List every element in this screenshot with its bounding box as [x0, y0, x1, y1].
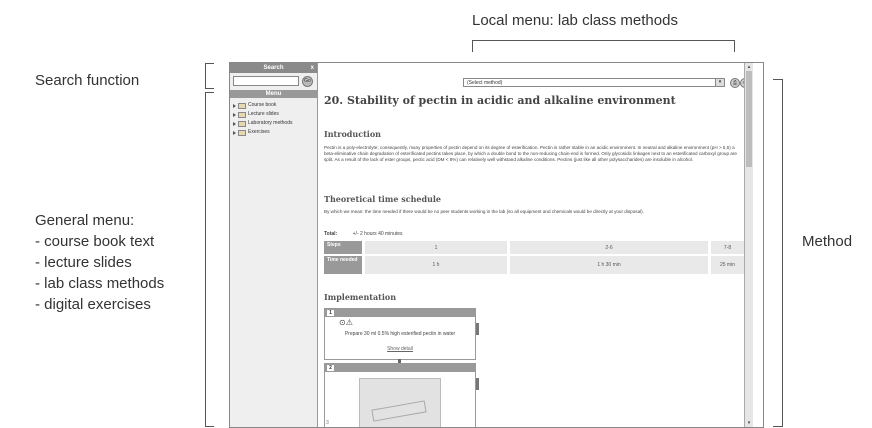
method-annotation: Method [802, 233, 853, 250]
tree-item-exercises[interactable]: Exercises [233, 128, 317, 137]
folder-icon [238, 120, 246, 127]
tree-item-label: Exercises [248, 129, 270, 135]
general-menu-item: - course book text [35, 233, 155, 250]
introduction-heading: Introduction [324, 129, 381, 139]
total-time: Total: +/- 2 hours 40 minutes [324, 231, 403, 237]
tree-item-laboratory-methods[interactable]: Laboratory methods [233, 119, 317, 128]
search-bracket [205, 63, 214, 89]
introduction-text: Pectin is a poly-electrolyte; consequent… [324, 145, 737, 162]
scroll-down-icon[interactable]: ▾ [746, 420, 752, 426]
schedule-cell: 25 min [711, 256, 744, 274]
expand-arrow-icon[interactable] [233, 103, 236, 108]
folder-icon [238, 111, 246, 118]
schedule-cell: 1 [365, 241, 507, 254]
schedule-text: By which we mean: the time needed if the… [324, 209, 644, 214]
tree-item-label: Laboratory methods [248, 120, 293, 126]
schedule-time-row: Time needed 1 h 1 h 30 min 25 min [324, 256, 744, 274]
implementation-heading: Implementation [324, 292, 397, 302]
step-photo [359, 378, 441, 427]
warning-icon: ⊙⚠ [339, 318, 353, 327]
search-annotation: Search function [35, 72, 140, 89]
search-panel-title: Search [263, 65, 284, 71]
tree-item-lecture-slides[interactable]: Lecture slides [233, 110, 317, 119]
method-bracket [773, 79, 783, 427]
method-select[interactable]: (Select method) ▾ [463, 78, 725, 87]
vertical-scrollbar[interactable]: ▴ ▾ [744, 63, 753, 427]
scroll-up-icon[interactable]: ▴ [746, 64, 752, 70]
general-menu-heading: General menu: [35, 212, 135, 229]
step-card-1: 1 ⊙⚠ Prepare 30 ml 0.5% high esterified … [324, 308, 479, 360]
total-value: +/- 2 hours 40 minutes [352, 231, 403, 237]
step-scrollbar[interactable] [476, 378, 479, 390]
tree-item-label: Lecture slides [248, 111, 279, 117]
step-header: 2 [325, 364, 475, 372]
search-go-button[interactable]: Go [302, 76, 313, 87]
tree-item-label: Course book [248, 102, 277, 108]
folder-icon [238, 102, 246, 109]
step-text: Prepare 30 ml 0.5% high esterified pecti… [344, 331, 456, 337]
menu-panel-header: Menu [230, 90, 317, 98]
app-screenshot: Search x Go Menu Course book Lecture sli… [229, 62, 764, 428]
schedule-heading: Theoretical time schedule [324, 194, 442, 204]
method-content: (Select method) ▾ ⎙ ⊕ 20. Stability of p… [319, 63, 753, 427]
general-menu-item: - lecture slides [35, 254, 132, 271]
expand-arrow-icon[interactable] [233, 121, 236, 126]
schedule-cell: 7-8 [711, 241, 744, 254]
search-row: Go [230, 73, 317, 89]
sidebar: Search x Go Menu Course book Lecture sli… [230, 63, 318, 427]
print-icon[interactable]: ⎙ [730, 78, 740, 88]
photo-object [371, 400, 427, 422]
step-card-3-number: 3 [326, 420, 329, 426]
general-menu-item: - digital exercises [35, 296, 151, 313]
scrollbar-thumb[interactable] [746, 71, 752, 167]
close-icon[interactable]: x [311, 63, 314, 73]
general-menu-item: - lab class methods [35, 275, 165, 292]
total-label: Total: [324, 231, 338, 237]
step-header: 1 [325, 309, 475, 317]
general-menu-bracket [205, 92, 214, 427]
tree-item-course-book[interactable]: Course book [233, 101, 317, 110]
general-menu-annotation: General menu: - course book text - lectu… [35, 210, 164, 315]
schedule-steps-row: Steps 1 2-6 7-8 [324, 241, 744, 254]
search-input[interactable] [233, 76, 299, 86]
search-panel-header: Search x [230, 63, 317, 73]
local-menu-bracket [472, 40, 735, 52]
chevron-down-icon[interactable]: ▾ [715, 79, 724, 86]
method-select-value: (Select method) [467, 80, 503, 86]
step-number: 2 [327, 365, 334, 371]
schedule-cell: 2-6 [510, 241, 708, 254]
expand-arrow-icon[interactable] [233, 130, 236, 135]
page-title: 20. Stability of pectin in acidic and al… [324, 94, 676, 107]
schedule-cell: 1 h [365, 256, 507, 274]
local-menu-annotation: Local menu: lab class methods [472, 12, 678, 29]
folder-icon [238, 129, 246, 136]
schedule-table: Steps 1 2-6 7-8 Time needed 1 h 1 h 30 m… [324, 241, 744, 274]
show-detail-link[interactable]: Show detail [325, 346, 475, 352]
time-needed-label: Time needed [324, 256, 362, 274]
step-card-2: 2 [324, 363, 479, 427]
menu-tree: Course book Lecture slides Laboratory me… [230, 98, 317, 137]
step-number: 1 [327, 310, 334, 316]
schedule-cell: 1 h 30 min [510, 256, 708, 274]
step-scrollbar[interactable] [476, 323, 479, 335]
steps-label: Steps [324, 241, 362, 254]
expand-arrow-icon[interactable] [233, 112, 236, 117]
